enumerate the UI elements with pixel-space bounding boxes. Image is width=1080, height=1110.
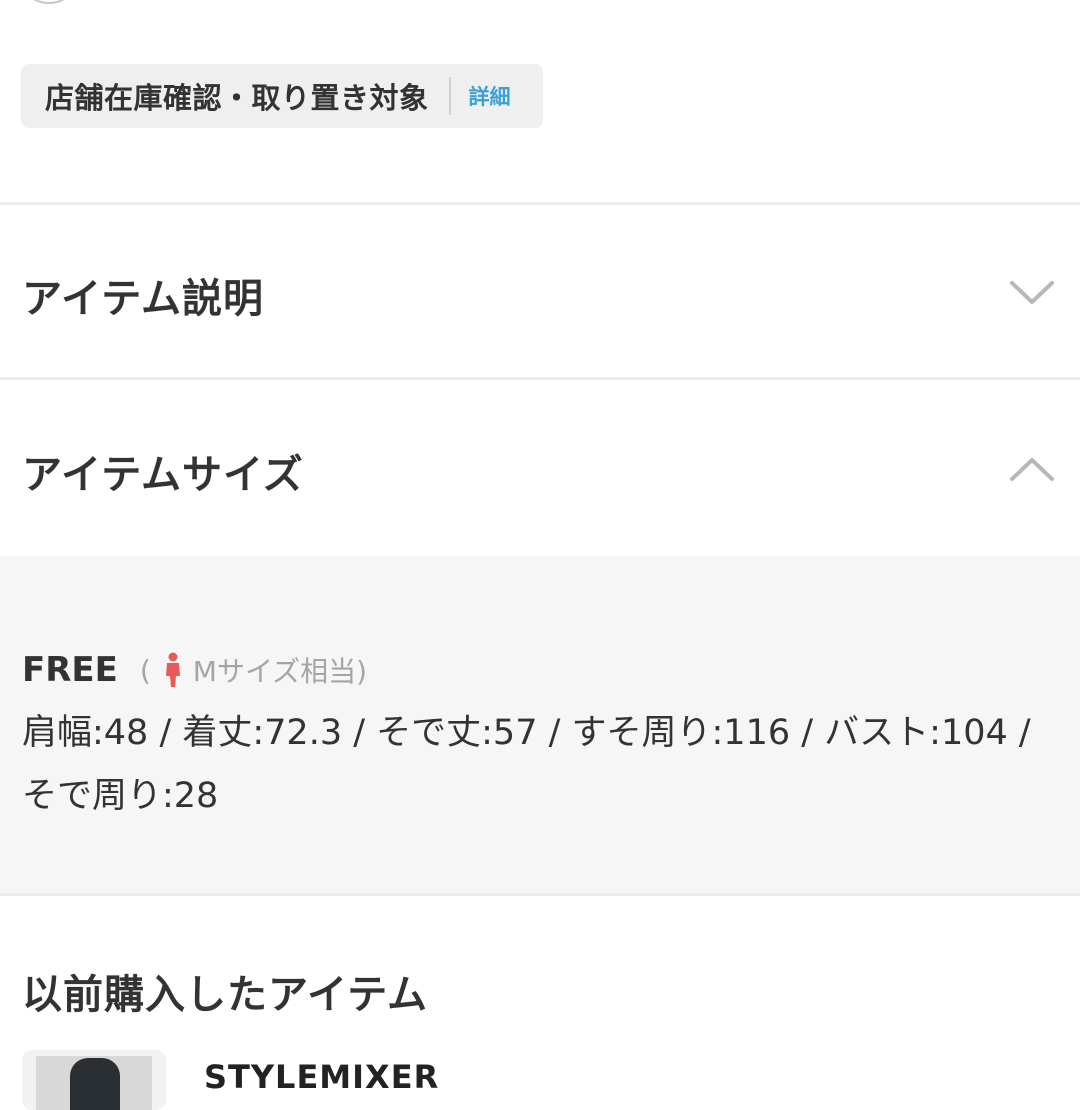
size-name: FREE	[22, 650, 118, 690]
size-equivalent-note: ( Mサイズ相当)	[140, 650, 367, 690]
size-measurements: 肩幅:48 / 着丈:72.3 / そで丈:57 / すそ周り:116 / バス…	[22, 713, 1031, 816]
store-stock-badge: 店舗在庫確認・取り置き対象 詳細	[21, 64, 543, 128]
note-text: Mサイズ相当)	[192, 655, 368, 688]
item-description-title[interactable]: アイテム説明	[22, 266, 264, 324]
previously-purchased-title: 以前購入したアイテム	[22, 972, 428, 1018]
section-divider	[0, 202, 1080, 205]
avatar-partial	[22, 0, 76, 4]
details-link[interactable]: 詳細	[469, 81, 511, 111]
section-divider	[0, 893, 1080, 896]
product-brand[interactable]: STYLEMIXER	[204, 1058, 439, 1096]
store-stock-label: 店舗在庫確認・取り置き対象	[45, 81, 429, 115]
thumbnail-figure	[70, 1058, 120, 1110]
chevron-down-icon[interactable]	[1010, 280, 1054, 306]
product-thumbnail[interactable]	[22, 1050, 166, 1110]
note-paren-open: (	[139, 653, 151, 687]
size-header: FREE ( Mサイズ相当)	[22, 650, 367, 690]
person-icon	[165, 652, 180, 687]
badge-divider	[448, 77, 451, 115]
chevron-up-icon[interactable]	[1010, 456, 1054, 482]
section-divider	[0, 377, 1080, 380]
item-size-title[interactable]: アイテムサイズ	[22, 442, 304, 500]
